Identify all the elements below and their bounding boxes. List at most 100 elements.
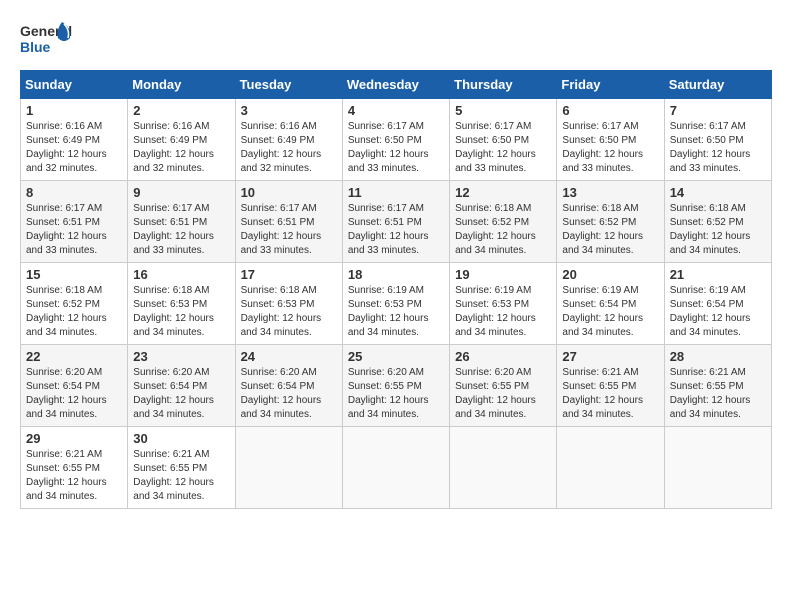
day-info: Sunrise: 6:20 AM Sunset: 6:54 PM Dayligh…	[26, 366, 122, 422]
calendar-day-cell: 21 Sunrise: 6:19 AM Sunset: 6:54 PM Dayl…	[664, 263, 771, 345]
calendar-table: SundayMondayTuesdayWednesdayThursdayFrid…	[20, 70, 772, 509]
logo: General Blue	[20, 20, 75, 60]
calendar-day-cell: 6 Sunrise: 6:17 AM Sunset: 6:50 PM Dayli…	[557, 99, 664, 181]
day-info: Sunrise: 6:16 AM Sunset: 6:49 PM Dayligh…	[241, 120, 337, 176]
calendar-day-cell: 22 Sunrise: 6:20 AM Sunset: 6:54 PM Dayl…	[21, 345, 128, 427]
day-of-week-header: Thursday	[450, 71, 557, 99]
day-number: 30	[133, 431, 229, 446]
calendar-header-row: SundayMondayTuesdayWednesdayThursdayFrid…	[21, 71, 772, 99]
day-info: Sunrise: 6:17 AM Sunset: 6:51 PM Dayligh…	[241, 202, 337, 258]
calendar-day-cell: 10 Sunrise: 6:17 AM Sunset: 6:51 PM Dayl…	[235, 181, 342, 263]
day-number: 14	[670, 185, 766, 200]
logo-icon: General Blue	[20, 20, 75, 60]
calendar-day-cell: 17 Sunrise: 6:18 AM Sunset: 6:53 PM Dayl…	[235, 263, 342, 345]
day-number: 11	[348, 185, 444, 200]
day-number: 18	[348, 267, 444, 282]
calendar-day-cell: 29 Sunrise: 6:21 AM Sunset: 6:55 PM Dayl…	[21, 427, 128, 509]
calendar-week-row: 1 Sunrise: 6:16 AM Sunset: 6:49 PM Dayli…	[21, 99, 772, 181]
day-info: Sunrise: 6:16 AM Sunset: 6:49 PM Dayligh…	[133, 120, 229, 176]
calendar-week-row: 22 Sunrise: 6:20 AM Sunset: 6:54 PM Dayl…	[21, 345, 772, 427]
calendar-week-row: 8 Sunrise: 6:17 AM Sunset: 6:51 PM Dayli…	[21, 181, 772, 263]
calendar-day-cell: 24 Sunrise: 6:20 AM Sunset: 6:54 PM Dayl…	[235, 345, 342, 427]
calendar-day-cell: 5 Sunrise: 6:17 AM Sunset: 6:50 PM Dayli…	[450, 99, 557, 181]
day-number: 10	[241, 185, 337, 200]
calendar-day-cell	[557, 427, 664, 509]
calendar-week-row: 15 Sunrise: 6:18 AM Sunset: 6:52 PM Dayl…	[21, 263, 772, 345]
calendar-day-cell: 1 Sunrise: 6:16 AM Sunset: 6:49 PM Dayli…	[21, 99, 128, 181]
calendar-day-cell	[450, 427, 557, 509]
calendar-day-cell: 19 Sunrise: 6:19 AM Sunset: 6:53 PM Dayl…	[450, 263, 557, 345]
day-number: 17	[241, 267, 337, 282]
day-of-week-header: Tuesday	[235, 71, 342, 99]
day-number: 12	[455, 185, 551, 200]
calendar-day-cell	[664, 427, 771, 509]
day-info: Sunrise: 6:17 AM Sunset: 6:50 PM Dayligh…	[455, 120, 551, 176]
calendar-day-cell: 18 Sunrise: 6:19 AM Sunset: 6:53 PM Dayl…	[342, 263, 449, 345]
day-number: 3	[241, 103, 337, 118]
day-number: 15	[26, 267, 122, 282]
calendar-day-cell: 7 Sunrise: 6:17 AM Sunset: 6:50 PM Dayli…	[664, 99, 771, 181]
day-info: Sunrise: 6:21 AM Sunset: 6:55 PM Dayligh…	[562, 366, 658, 422]
day-info: Sunrise: 6:20 AM Sunset: 6:55 PM Dayligh…	[348, 366, 444, 422]
calendar-day-cell: 26 Sunrise: 6:20 AM Sunset: 6:55 PM Dayl…	[450, 345, 557, 427]
calendar-day-cell: 2 Sunrise: 6:16 AM Sunset: 6:49 PM Dayli…	[128, 99, 235, 181]
day-info: Sunrise: 6:18 AM Sunset: 6:52 PM Dayligh…	[562, 202, 658, 258]
day-of-week-header: Sunday	[21, 71, 128, 99]
calendar-day-cell	[342, 427, 449, 509]
calendar-day-cell: 25 Sunrise: 6:20 AM Sunset: 6:55 PM Dayl…	[342, 345, 449, 427]
day-info: Sunrise: 6:16 AM Sunset: 6:49 PM Dayligh…	[26, 120, 122, 176]
day-info: Sunrise: 6:20 AM Sunset: 6:54 PM Dayligh…	[133, 366, 229, 422]
calendar-day-cell: 14 Sunrise: 6:18 AM Sunset: 6:52 PM Dayl…	[664, 181, 771, 263]
day-number: 20	[562, 267, 658, 282]
day-number: 29	[26, 431, 122, 446]
day-info: Sunrise: 6:18 AM Sunset: 6:52 PM Dayligh…	[455, 202, 551, 258]
day-number: 2	[133, 103, 229, 118]
day-number: 5	[455, 103, 551, 118]
day-number: 23	[133, 349, 229, 364]
day-info: Sunrise: 6:18 AM Sunset: 6:53 PM Dayligh…	[133, 284, 229, 340]
calendar-day-cell: 13 Sunrise: 6:18 AM Sunset: 6:52 PM Dayl…	[557, 181, 664, 263]
calendar-day-cell: 28 Sunrise: 6:21 AM Sunset: 6:55 PM Dayl…	[664, 345, 771, 427]
day-number: 4	[348, 103, 444, 118]
day-number: 19	[455, 267, 551, 282]
calendar-day-cell: 27 Sunrise: 6:21 AM Sunset: 6:55 PM Dayl…	[557, 345, 664, 427]
day-number: 9	[133, 185, 229, 200]
day-number: 22	[26, 349, 122, 364]
day-info: Sunrise: 6:18 AM Sunset: 6:52 PM Dayligh…	[26, 284, 122, 340]
day-info: Sunrise: 6:17 AM Sunset: 6:51 PM Dayligh…	[26, 202, 122, 258]
day-info: Sunrise: 6:18 AM Sunset: 6:53 PM Dayligh…	[241, 284, 337, 340]
calendar-day-cell: 9 Sunrise: 6:17 AM Sunset: 6:51 PM Dayli…	[128, 181, 235, 263]
day-number: 6	[562, 103, 658, 118]
calendar-week-row: 29 Sunrise: 6:21 AM Sunset: 6:55 PM Dayl…	[21, 427, 772, 509]
calendar-day-cell: 20 Sunrise: 6:19 AM Sunset: 6:54 PM Dayl…	[557, 263, 664, 345]
day-info: Sunrise: 6:20 AM Sunset: 6:54 PM Dayligh…	[241, 366, 337, 422]
day-number: 24	[241, 349, 337, 364]
calendar-day-cell: 12 Sunrise: 6:18 AM Sunset: 6:52 PM Dayl…	[450, 181, 557, 263]
calendar-day-cell: 16 Sunrise: 6:18 AM Sunset: 6:53 PM Dayl…	[128, 263, 235, 345]
page-header: General Blue	[20, 20, 772, 60]
day-info: Sunrise: 6:18 AM Sunset: 6:52 PM Dayligh…	[670, 202, 766, 258]
day-info: Sunrise: 6:19 AM Sunset: 6:53 PM Dayligh…	[455, 284, 551, 340]
calendar-day-cell: 3 Sunrise: 6:16 AM Sunset: 6:49 PM Dayli…	[235, 99, 342, 181]
svg-text:Blue: Blue	[20, 39, 51, 55]
day-of-week-header: Wednesday	[342, 71, 449, 99]
calendar-day-cell: 30 Sunrise: 6:21 AM Sunset: 6:55 PM Dayl…	[128, 427, 235, 509]
day-info: Sunrise: 6:20 AM Sunset: 6:55 PM Dayligh…	[455, 366, 551, 422]
day-number: 28	[670, 349, 766, 364]
day-number: 27	[562, 349, 658, 364]
calendar-day-cell: 8 Sunrise: 6:17 AM Sunset: 6:51 PM Dayli…	[21, 181, 128, 263]
day-number: 13	[562, 185, 658, 200]
day-of-week-header: Monday	[128, 71, 235, 99]
calendar-day-cell: 15 Sunrise: 6:18 AM Sunset: 6:52 PM Dayl…	[21, 263, 128, 345]
day-info: Sunrise: 6:19 AM Sunset: 6:54 PM Dayligh…	[670, 284, 766, 340]
day-number: 25	[348, 349, 444, 364]
day-of-week-header: Friday	[557, 71, 664, 99]
day-info: Sunrise: 6:17 AM Sunset: 6:50 PM Dayligh…	[348, 120, 444, 176]
calendar-day-cell	[235, 427, 342, 509]
day-info: Sunrise: 6:17 AM Sunset: 6:50 PM Dayligh…	[670, 120, 766, 176]
calendar-day-cell: 23 Sunrise: 6:20 AM Sunset: 6:54 PM Dayl…	[128, 345, 235, 427]
day-number: 1	[26, 103, 122, 118]
day-number: 8	[26, 185, 122, 200]
calendar-day-cell: 4 Sunrise: 6:17 AM Sunset: 6:50 PM Dayli…	[342, 99, 449, 181]
day-number: 7	[670, 103, 766, 118]
